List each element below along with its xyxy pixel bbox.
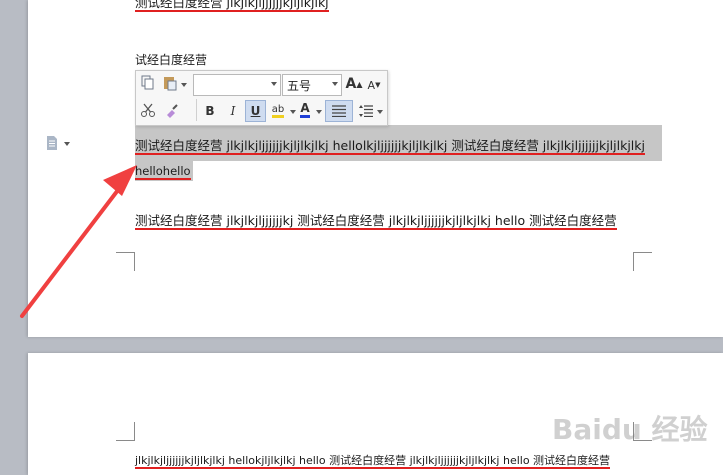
paste-icon[interactable] bbox=[162, 75, 178, 91]
font-size-chevron-icon bbox=[332, 82, 338, 86]
baidu-watermark: Baidu 经验 bbox=[552, 413, 708, 446]
format-painter-icon[interactable] bbox=[164, 102, 180, 118]
copy-icon[interactable] bbox=[140, 75, 156, 91]
shrink-font-button[interactable]: A ▼ bbox=[366, 77, 382, 93]
italic-label: I bbox=[230, 104, 236, 118]
selected-text-2[interactable]: hellohello bbox=[135, 164, 191, 180]
mini-format-toolbar: 五号 A ▲ A ▼ B I U ab A bbox=[135, 70, 388, 126]
italic-button[interactable]: I bbox=[223, 101, 243, 121]
page2-line[interactable]: jlkjlkjljjjjjjkjljlkjlkj hellokjljlkjlkj… bbox=[135, 452, 611, 469]
selected-text-1[interactable]: 测试经白度经营 jlkjlkjljjjjjjkjljlkjlkj hellolk… bbox=[135, 138, 645, 155]
paragraph-2-text[interactable]: 测试经白度经营 jlkjlkjljjjjjjkj 测试经白度经营 jlkjlkj… bbox=[135, 213, 617, 230]
document-page-1: 测试经白度经营 jlkjlkjljjjjjjkjljlkjlkj 试经白度经营 … bbox=[28, 0, 723, 337]
bold-button[interactable]: B bbox=[200, 101, 220, 121]
font-color-chevron-icon[interactable] bbox=[316, 110, 322, 114]
line-spacing-icon bbox=[359, 105, 373, 117]
cut-scissors-icon[interactable] bbox=[140, 102, 156, 118]
bold-label: B bbox=[205, 104, 215, 118]
underline-label: U bbox=[250, 104, 261, 118]
toolbar-divider bbox=[196, 99, 197, 121]
highlight-button[interactable]: ab bbox=[267, 101, 289, 121]
underline-button[interactable]: U bbox=[245, 100, 266, 122]
page2-text[interactable]: jlkjlkjljjjjjjkjljlkjlkj hellokjljlkjlkj… bbox=[135, 454, 611, 469]
paragraph-doc-icon[interactable] bbox=[46, 136, 58, 150]
font-size-value: 五号 bbox=[287, 79, 312, 93]
align-button[interactable] bbox=[325, 100, 353, 122]
highlight-chevron-icon[interactable] bbox=[290, 110, 296, 114]
grow-font-label: A bbox=[345, 76, 357, 92]
highlight-label: ab bbox=[271, 104, 285, 118]
paste-options-chevron-icon[interactable] bbox=[181, 83, 187, 87]
paragraph-2[interactable]: 测试经白度经营 jlkjlkjljjjjjjkj 测试经白度经营 jlkjlkj… bbox=[135, 210, 617, 230]
font-color-button[interactable]: A bbox=[297, 100, 313, 120]
heading-text[interactable]: 试经白度经营 bbox=[135, 53, 207, 67]
selected-line-2[interactable]: hellohello bbox=[135, 164, 191, 180]
font-color-label: A bbox=[300, 102, 310, 118]
shrink-font-label: A bbox=[367, 78, 376, 92]
line-spacing-button[interactable] bbox=[356, 101, 376, 121]
grow-font-button[interactable]: A ▲ bbox=[345, 75, 363, 93]
selected-line-1[interactable]: 测试经白度经营 jlkjlkjljjjjjjkjljlkjlkj hellolk… bbox=[135, 135, 645, 155]
font-name-chevron-icon bbox=[271, 82, 277, 86]
top-partial-line: 测试经白度经营 jlkjlkjljjjjjjkjljlkjlkj bbox=[135, 0, 329, 12]
font-name-combo[interactable] bbox=[193, 74, 281, 96]
paragraph-menu-chevron-icon[interactable] bbox=[64, 142, 70, 146]
font-size-combo[interactable]: 五号 bbox=[282, 74, 342, 96]
top-partial-text[interactable]: 测试经白度经营 jlkjlkjljjjjjjkjljlkjlkj bbox=[135, 0, 329, 12]
page-margin-corner-br bbox=[633, 252, 652, 271]
heading-line[interactable]: 试经白度经营 bbox=[135, 51, 207, 68]
align-justify-icon bbox=[332, 105, 346, 117]
line-spacing-chevron-icon[interactable] bbox=[377, 110, 383, 114]
page-margin-corner-bl bbox=[116, 252, 135, 271]
page2-corner-left bbox=[116, 422, 135, 441]
